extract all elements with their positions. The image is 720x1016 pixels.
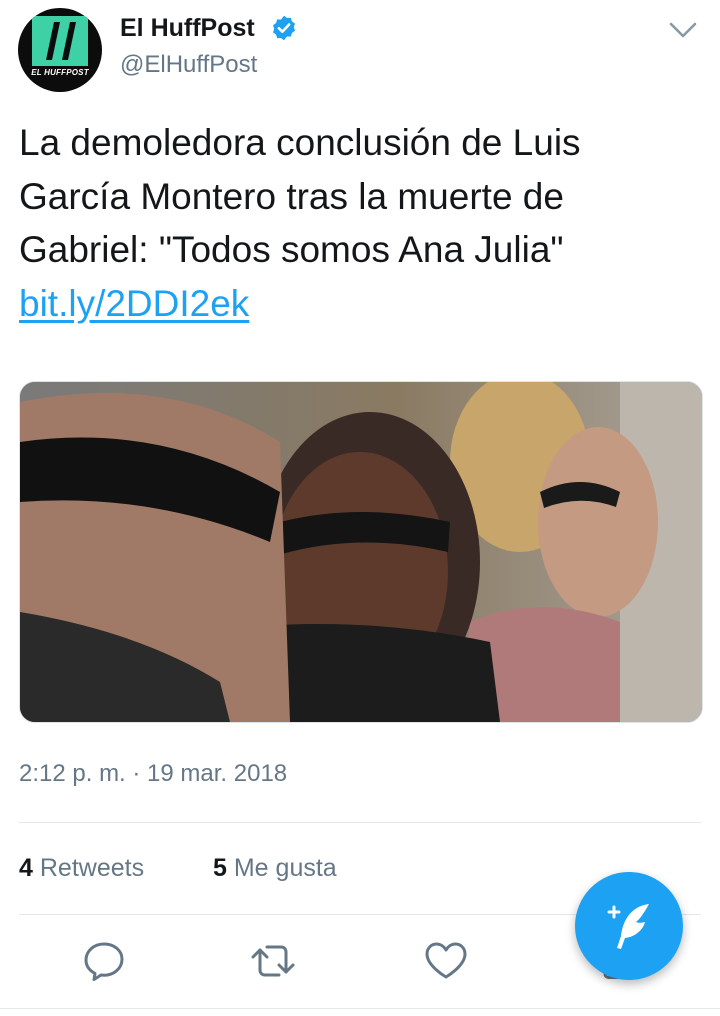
tweet-media-photo[interactable] [19, 381, 703, 723]
chevron-down-icon[interactable] [668, 18, 698, 42]
retweets-count: 4 [19, 854, 33, 882]
verified-badge-icon [273, 15, 295, 41]
divider [19, 822, 701, 823]
avatar[interactable]: EL HUFFPOST [18, 8, 102, 92]
huffpost-logo-icon [32, 16, 88, 66]
divider [0, 1008, 720, 1009]
like-button[interactable] [421, 936, 471, 986]
likes-count: 5 [213, 854, 227, 882]
compose-tweet-button[interactable] [575, 872, 683, 980]
reply-button[interactable] [79, 936, 129, 986]
retweet-icon [251, 945, 295, 977]
account-handle[interactable]: @ElHuffPost [120, 50, 257, 80]
display-name[interactable]: El HuffPost [120, 12, 255, 44]
retweets-label: Retweets [39, 854, 145, 882]
tweet-header: EL HUFFPOST El HuffPost @ElHuffPost [0, 0, 720, 110]
avatar-wordmark: EL HUFFPOST [31, 68, 89, 77]
retweets-stat[interactable]: 4 Retweets [19, 852, 144, 884]
likes-stat[interactable]: 5 Me gusta [213, 852, 337, 884]
photo-illustration [20, 382, 702, 722]
like-icon [425, 942, 467, 979]
tweet-text: La demoledora conclusión de Luis García … [19, 116, 699, 330]
compose-tweet-icon [607, 904, 649, 949]
tweet-body: La demoledora conclusión de Luis García … [19, 122, 581, 270]
tweet-timestamp: 2:12 p. m. · 19 mar. 2018 [19, 760, 288, 787]
retweet-button[interactable] [248, 936, 298, 986]
tweet-link[interactable]: bit.ly/2DDI2ek [19, 283, 249, 324]
reply-icon [84, 942, 124, 981]
likes-label: Me gusta [233, 854, 337, 882]
